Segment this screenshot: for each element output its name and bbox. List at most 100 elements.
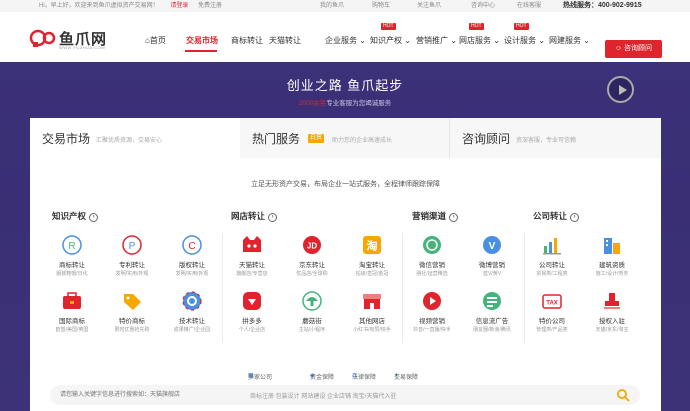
svg-text:C: C	[188, 241, 195, 252]
search-bar: 商标注册 包装设计 网站建设 企业店铺 淘宝/天猫代入驻	[50, 385, 640, 405]
item-weibo-marketing[interactable]: V 微博营销 蓝V/黄V	[464, 234, 520, 277]
gear-icon	[181, 290, 203, 312]
svg-text:JD: JD	[307, 242, 317, 251]
play-video-icon[interactable]	[607, 76, 634, 103]
search-hot-keywords[interactable]: 商标注册 包装设计 网站建设 企业店铺 淘宝/天猫代入驻	[250, 391, 396, 400]
feed-ad-icon	[481, 290, 503, 312]
nav-trademark[interactable]: 商标转让	[231, 34, 263, 48]
top-bar: Hi，早上好，欢迎来到鱼爪虚拟资产交易网！ 请登录 免费注册 我的鱼爪 购物车 …	[0, 0, 690, 12]
item-copyright-transfer[interactable]: C 版权转让 发明/实用/外观	[164, 234, 220, 277]
item-construction-qualification[interactable]: 建筑资质 施工/设计/劳务	[584, 234, 640, 277]
hot-badge: HOT	[381, 23, 396, 30]
cart-link[interactable]: 购物车	[372, 0, 390, 12]
hotline-text: 热线服务：400-902-9915	[563, 2, 642, 9]
item-taobao-transfer[interactable]: 淘 淘宝转让 钻级/皇冠/金冠	[344, 234, 400, 277]
item-discount-company[interactable]: TAX 特价公司 管理类/产品类	[524, 290, 580, 333]
nav-active-underline	[185, 50, 217, 52]
item-feed-ads[interactable]: 信息流广告 朋友圈/新浪/腾讯	[464, 290, 520, 333]
trademark-r-icon: R	[61, 234, 83, 256]
svg-text:TAX: TAX	[546, 301, 558, 307]
follow-link[interactable]: 关注鱼爪	[417, 0, 441, 12]
column-marketing-title[interactable]: 营销渠道 ›	[412, 210, 459, 222]
my-account-link[interactable]: 我的鱼爪	[320, 0, 344, 12]
price-tag-icon	[121, 290, 143, 312]
buildings-icon	[601, 234, 623, 256]
item-mogujie[interactable]: 蘑菇街 主站/小程序	[284, 290, 340, 333]
nav-home[interactable]: ⌂首页	[145, 34, 166, 48]
stamp-icon	[601, 290, 623, 312]
tab-consult[interactable]: 咨询顾问 资深客服，专业可信赖	[450, 118, 661, 158]
item-tech-transfer[interactable]: 技术转让 成果推广/企业园	[164, 290, 220, 333]
login-link[interactable]: 请登录	[170, 3, 188, 9]
divider	[402, 233, 403, 343]
tab-hot-service[interactable]: 热门服务 白赏 助力您的企业高速成长	[240, 118, 450, 158]
nav-tmall[interactable]: 天猫转让	[269, 34, 301, 48]
column-ip-title[interactable]: 知识产权 ›	[52, 210, 99, 222]
top-bar-left: Hi，早上好，欢迎来到鱼爪虚拟资产交易网！ 请登录 免费注册	[39, 0, 222, 12]
column-company-title[interactable]: 公司转让 ›	[533, 210, 580, 222]
online-service-link[interactable]: 在线客服	[517, 0, 541, 12]
hero-title: 创业之路 鱼爪起步	[286, 78, 404, 93]
register-link[interactable]: 免费注册	[198, 3, 222, 9]
consult-center-link[interactable]: 咨询中心	[471, 0, 495, 12]
svg-text:V: V	[489, 241, 496, 252]
pinduoduo-icon	[241, 290, 263, 312]
item-trademark-transfer[interactable]: R 商标转让 服装鞋帽/日化	[44, 234, 100, 277]
nav-design[interactable]: 设计服务 ⌄ HOT	[504, 23, 545, 48]
nav-market[interactable]: 交易市场	[186, 34, 218, 48]
svg-text:P: P	[129, 241, 136, 252]
video-play-icon	[421, 290, 443, 312]
item-company-transfer[interactable]: 公司转让 贸易类/工程类	[524, 234, 580, 277]
hero-subtitle: 2000余名专业客服为您竭诚服务	[298, 100, 392, 107]
fish-claw-logo-icon	[29, 29, 56, 47]
logo[interactable]: 鱼爪网 WWW.YUZHUA.COM	[29, 26, 109, 54]
item-video-marketing[interactable]: 视频营销 抖音/一直播/快手	[404, 290, 460, 333]
item-pinduoduo[interactable]: 拼多多 个人/企业店	[224, 290, 280, 333]
search-icon[interactable]	[616, 388, 630, 402]
item-authorized-entry[interactable]: 授权入驻 天猫/京东/淘宝	[584, 290, 640, 333]
arrow-right-icon: ›	[449, 213, 459, 222]
guarantee-links: ▦ 多家公司 ◈ 资金保障 ⚖ 法律保障 ✦ 交易保障	[248, 373, 419, 381]
mushroom-icon	[301, 290, 323, 312]
item-jd-transfer[interactable]: JD 京东转让 优品店/全球购	[284, 234, 340, 277]
nav-shop[interactable]: 网店服务 ⌄ HOT	[459, 23, 500, 48]
arrow-right-icon: ›	[570, 213, 580, 222]
nav-marketing[interactable]: 营销推广 ⌄	[416, 34, 457, 48]
nav-enterprise[interactable]: 企业服务 ⌄	[325, 34, 366, 48]
header: 鱼爪网 WWW.YUZHUA.COM ⌂首页 交易市场 商标转让 天猫转让 企业…	[0, 12, 690, 62]
market-panel: 交易市场 汇聚优质资源，交易安心 热门服务 白赏 助力您的企业高速成长 咨询顾问…	[30, 118, 661, 411]
item-patent-transfer[interactable]: P 专利转让 发明/实用/外观	[104, 234, 160, 277]
weibo-v-icon: V	[481, 234, 503, 256]
arrow-right-icon: ›	[89, 213, 99, 222]
nav-ip[interactable]: 知识产权 ⌄ HOT	[370, 23, 411, 48]
svg-text:淘: 淘	[367, 239, 378, 253]
wechat-icon	[421, 234, 443, 256]
user-icon: ☺	[614, 45, 623, 52]
item-other-shops[interactable]: 其他网店 小红书/有赞/快手	[344, 290, 400, 333]
column-shop-title[interactable]: 网店转让 ›	[231, 210, 278, 222]
briefcase-icon	[61, 290, 83, 312]
arrow-right-icon: ›	[268, 213, 278, 222]
hot-badge: HOT	[514, 23, 529, 30]
item-wechat-marketing[interactable]: 微信营销 朋社/运营精选	[404, 234, 460, 277]
tab-market[interactable]: 交易市场 汇聚优质资源，交易安心	[30, 118, 240, 158]
svg-text:R: R	[68, 241, 75, 252]
storefront-icon	[361, 290, 383, 312]
item-discount-trademark[interactable]: 特价商标 限时优惠抢先购	[104, 290, 160, 333]
jd-icon: JD	[301, 234, 323, 256]
tab-badge: 白赏	[308, 134, 325, 143]
taobao-icon: 淘	[361, 234, 383, 256]
tax-icon: TAX	[541, 290, 563, 312]
intro-text: 立足无形资产交易，布局企业一站式服务，全程律师跟踪保障	[251, 181, 440, 188]
item-tmall-transfer[interactable]: 天猫转让 旗舰店/专营店	[224, 234, 280, 277]
tmall-cat-icon	[241, 234, 263, 256]
divider	[222, 233, 223, 343]
nav-website[interactable]: 网建服务 ⌄	[549, 34, 590, 48]
consult-button[interactable]: ☺ 咨询顾问	[605, 40, 662, 58]
item-intl-trademark[interactable]: 国际商标 欧盟/美国/英国	[44, 290, 100, 333]
patent-p-icon: P	[121, 234, 143, 256]
copyright-c-icon: C	[181, 234, 203, 256]
logo-url: WWW.YUZHUA.COM	[59, 45, 106, 50]
greeting-text: Hi，早上好，欢迎来到鱼爪虚拟资产交易网！	[39, 3, 159, 9]
hot-badge: HOT	[469, 23, 484, 30]
